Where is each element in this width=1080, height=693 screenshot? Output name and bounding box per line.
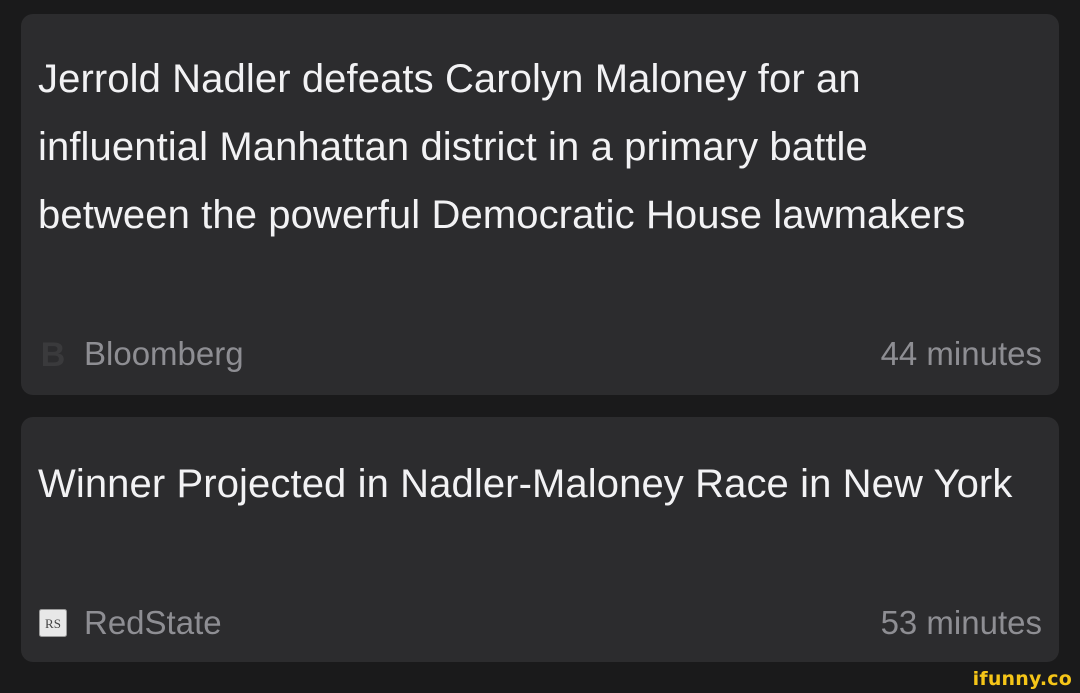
news-meta: B Bloomberg 44 minutes xyxy=(38,334,1042,374)
news-card[interactable]: Jerrold Nadler defeats Carolyn Maloney f… xyxy=(21,14,1059,395)
svg-text:B: B xyxy=(41,338,66,371)
news-feed: Jerrold Nadler defeats Carolyn Maloney f… xyxy=(0,0,1080,693)
redstate-rs-icon: RS xyxy=(38,607,68,640)
ifunny-watermark: ifunny.co xyxy=(972,668,1072,690)
svg-text:RS: RS xyxy=(45,616,61,631)
news-headline[interactable]: Winner Projected in Nadler-Maloney Race … xyxy=(38,450,1029,518)
timestamp: 44 minutes xyxy=(880,335,1042,372)
source-name: RedState xyxy=(84,604,222,641)
news-headline[interactable]: Jerrold Nadler defeats Carolyn Maloney f… xyxy=(38,45,1029,249)
news-source[interactable]: B Bloomberg xyxy=(38,335,244,373)
news-source[interactable]: RS RedState xyxy=(38,604,222,642)
source-name: Bloomberg xyxy=(84,335,244,372)
news-meta: RS RedState 53 minutes xyxy=(38,603,1042,643)
news-card[interactable]: Winner Projected in Nadler-Maloney Race … xyxy=(21,417,1059,662)
timestamp: 53 minutes xyxy=(880,604,1042,641)
bloomberg-b-icon: B xyxy=(38,338,68,371)
